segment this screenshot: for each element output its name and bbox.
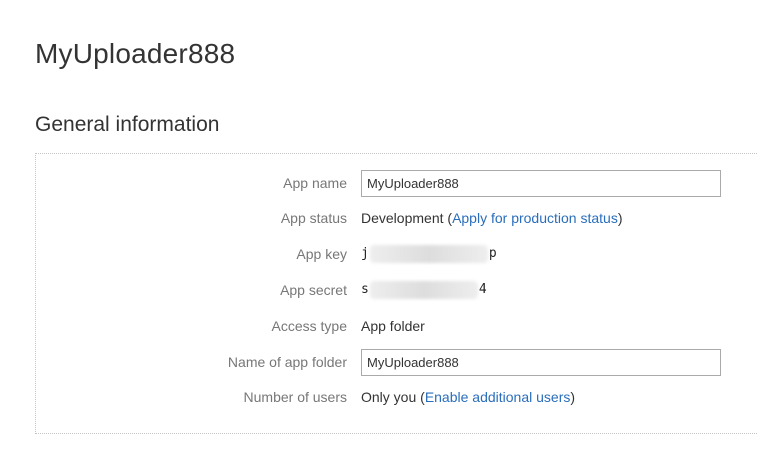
app-key-value: jp [361,239,497,269]
section-title-general-information: General information [35,113,220,136]
app-folder-input[interactable] [361,349,721,376]
enable-additional-users-link[interactable]: Enable additional users [425,389,571,405]
number-of-users-value-group: Only you (Enable additional users) [361,382,575,412]
app-name-row: App name [36,168,756,198]
app-name-input[interactable] [361,170,721,197]
app-status-open-paren: ( [443,210,453,226]
app-key-redaction [369,244,488,263]
access-type-label: Access type [271,318,347,334]
access-type-value: App folder [361,318,425,334]
app-secret-row: App secret s4 [36,275,756,305]
apply-for-production-status-link[interactable]: Apply for production status [452,210,618,226]
app-secret-redaction [369,280,478,299]
number-of-users-label: Number of users [243,389,347,405]
app-key-label: App key [296,246,347,262]
app-status-value: Development [361,210,444,226]
number-of-users-row: Number of users Only you (Enable additio… [36,382,756,412]
page-title: MyUploader888 [35,38,236,69]
number-of-users-open-paren: ( [416,389,425,405]
app-key-row: App key jp [36,239,756,269]
app-status-label: App status [280,210,347,226]
number-of-users-value: Only you [361,389,417,405]
app-secret-value: s4 [361,275,487,305]
number-of-users-close-paren: ) [570,389,576,405]
app-name-label: App name [283,175,347,191]
app-folder-row: Name of app folder [36,347,756,377]
access-type-row: Access type App folder [36,311,756,341]
app-status-close-paren: ) [617,210,623,226]
app-status-row: App status Development (Apply for produc… [36,203,756,233]
app-status-value-group: Development (Apply for production status… [361,203,623,233]
app-secret-visible-start: s [361,282,369,297]
app-secret-label: App secret [280,282,347,298]
general-information-panel: App name App status Development (Apply f… [35,153,758,434]
app-key-visible-start: j [361,246,369,261]
app-key-visible-end: p [488,246,497,261]
app-secret-visible-end: 4 [478,282,487,297]
app-folder-label: Name of app folder [227,354,347,370]
